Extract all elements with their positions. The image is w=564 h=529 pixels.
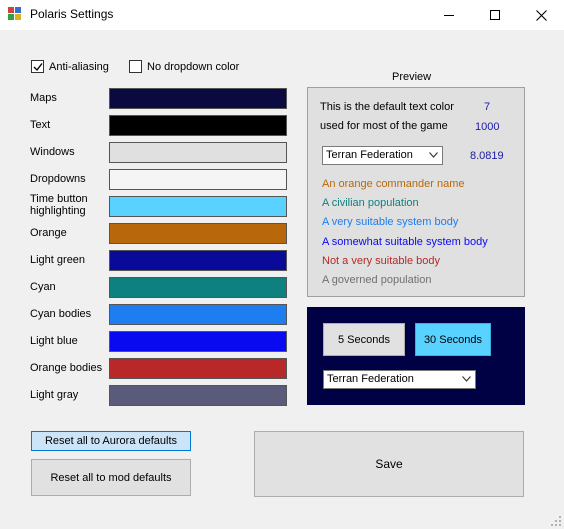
checkbox-box[interactable]	[129, 60, 142, 73]
preview-race-dropdown[interactable]: Terran Federation	[322, 146, 443, 165]
color-swatch-text[interactable]	[109, 115, 287, 136]
app-icon	[8, 7, 22, 21]
maximize-button[interactable]	[472, 0, 518, 30]
minimize-icon	[444, 14, 454, 16]
no-dropdown-color-label: No dropdown color	[147, 60, 240, 73]
preview-light-gray-text: A governed population	[322, 274, 432, 286]
close-icon	[535, 9, 547, 21]
preview-number-2: 1000	[475, 121, 500, 133]
reset-mod-defaults-button[interactable]: Reset all to mod defaults	[31, 459, 191, 496]
color-swatch-light-green[interactable]	[109, 250, 287, 271]
chevron-down-icon	[429, 152, 438, 158]
close-button[interactable]	[518, 0, 564, 30]
color-swatch-cyan[interactable]	[109, 277, 287, 298]
anti-aliasing-label: Anti-aliasing	[49, 60, 109, 73]
color-swatch-light-blue[interactable]	[109, 331, 287, 352]
anti-aliasing-checkbox[interactable]: Anti-aliasing	[31, 60, 109, 73]
preview-panel: This is the default text color used for …	[307, 87, 525, 297]
default-text-line-2: used for most of the game	[320, 120, 448, 132]
checkbox-box[interactable]	[31, 60, 44, 73]
color-swatch-orange-bodies[interactable]	[109, 358, 287, 379]
preview-cyan-bodies-text: A very suitable system body	[322, 216, 459, 228]
maximize-icon	[490, 10, 500, 20]
color-label-cyan-bodies: Cyan bodies	[30, 308, 92, 320]
color-swatch-cyan-bodies[interactable]	[109, 304, 287, 325]
color-label-dropdowns: Dropdowns	[30, 173, 86, 185]
five-seconds-button[interactable]: 5 Seconds	[323, 323, 405, 356]
color-label-light-blue: Light blue	[30, 335, 78, 347]
color-label-time-button-highlighting: Time button highlighting	[30, 193, 88, 217]
settings-window: Polaris Settings Anti-aliasing No dropdo…	[0, 0, 564, 529]
preview-orange-text: An orange commander name	[322, 178, 465, 190]
color-label-text: Text	[30, 119, 51, 131]
preview-light-blue-text: A somewhat suitable system body	[322, 236, 488, 248]
chevron-down-icon	[462, 376, 471, 382]
preview-race-dropdown-value: Terran Federation	[326, 149, 413, 161]
color-label-light-gray: Light gray	[30, 389, 79, 401]
preview-number-1: 7	[484, 101, 491, 113]
preview-cyan-text: A civilian population	[322, 197, 419, 209]
color-swatch-windows[interactable]	[109, 142, 287, 163]
checkmark-icon	[33, 63, 43, 72]
preview-orange-bodies-text: Not a very suitable body	[322, 255, 441, 267]
color-swatch-maps[interactable]	[109, 88, 287, 109]
color-label-orange-bodies: Orange bodies	[30, 362, 103, 374]
color-swatch-time-button-highlighting[interactable]	[109, 196, 287, 217]
preview-number-3: 8.0819	[470, 150, 504, 162]
no-dropdown-color-checkbox[interactable]: No dropdown color	[129, 60, 239, 73]
timer-race-dropdown-value: Terran Federation	[327, 373, 414, 385]
minimize-button[interactable]	[426, 0, 472, 30]
color-label-orange: Orange	[30, 227, 67, 239]
color-label-light-green: Light green	[30, 254, 86, 266]
color-swatch-dropdowns[interactable]	[109, 169, 287, 190]
preview-title: Preview	[392, 71, 432, 83]
default-text-line-1: This is the default text color	[320, 101, 454, 113]
title-bar: Polaris Settings	[0, 0, 564, 30]
time-buttons-preview-panel: 5 Seconds 30 Seconds Terran Federation	[307, 307, 525, 405]
color-label-maps: Maps	[30, 92, 57, 104]
save-button[interactable]: Save	[254, 431, 524, 497]
reset-aurora-defaults-button[interactable]: Reset all to Aurora defaults	[31, 431, 191, 451]
resize-grip-icon[interactable]	[551, 516, 561, 526]
color-swatch-orange[interactable]	[109, 223, 287, 244]
color-label-cyan: Cyan	[30, 281, 56, 293]
window-title: Polaris Settings	[30, 7, 114, 21]
color-swatch-light-gray[interactable]	[109, 385, 287, 406]
timer-race-dropdown[interactable]: Terran Federation	[323, 370, 476, 389]
color-label-windows: Windows	[30, 146, 75, 158]
thirty-seconds-button[interactable]: 30 Seconds	[415, 323, 491, 356]
